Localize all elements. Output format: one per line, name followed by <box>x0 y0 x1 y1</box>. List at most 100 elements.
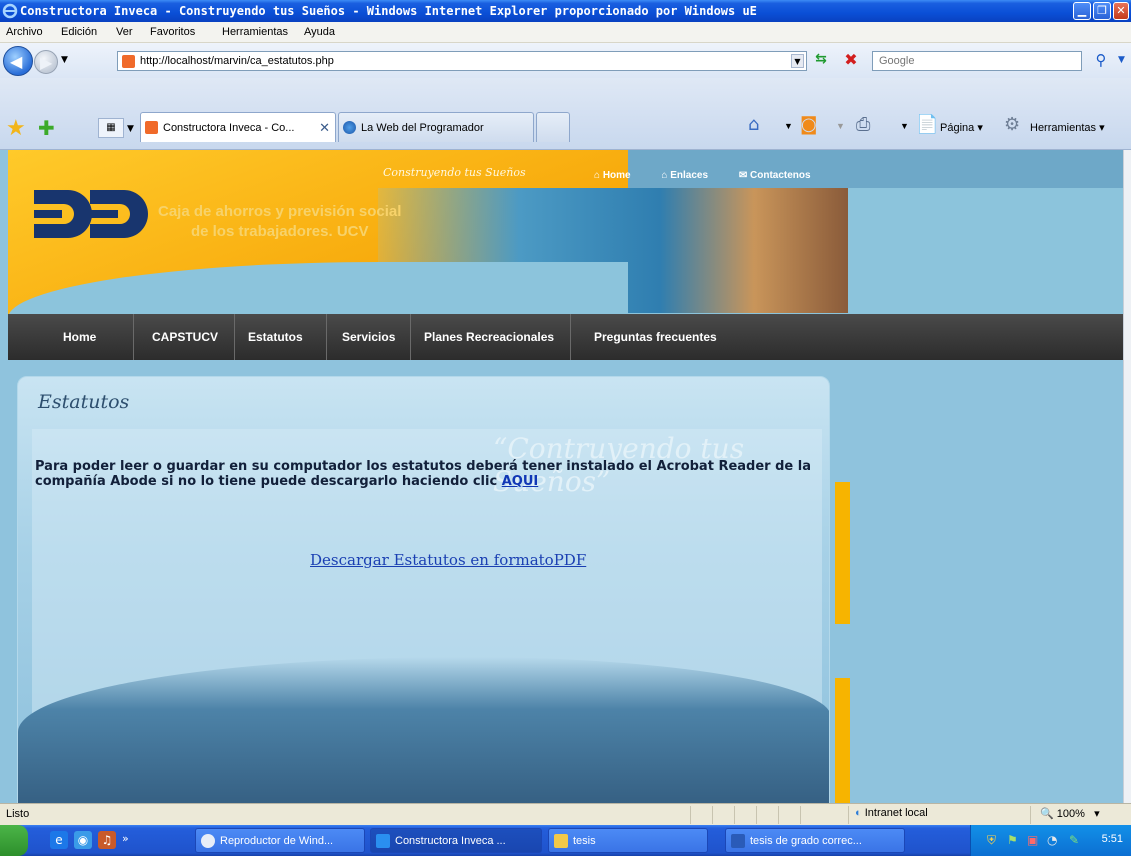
forward-button[interactable]: ▶ <box>34 50 58 74</box>
window-title: Constructora Inveca - Construyendo tus S… <box>20 4 757 18</box>
task-constructora[interactable]: Constructora Inveca ... <box>370 828 542 853</box>
acrobat-notice: Para poder leer o guardar en su computad… <box>35 459 825 489</box>
nav-planes-recreacionales[interactable]: Planes Recreacionales <box>424 314 554 360</box>
stop-button[interactable]: ✖ <box>840 51 862 71</box>
acrobat-download-link[interactable]: AQUI <box>502 474 539 489</box>
nav-capstucv[interactable]: CAPSTUCV <box>152 314 218 360</box>
add-favorite-icon[interactable]: ✚ <box>38 116 55 140</box>
alert-icon[interactable]: ▣ <box>1027 833 1038 847</box>
top-link-enlaces-label: Enlaces <box>670 170 709 181</box>
system-tray: ⛨ ⚑ ▣ ◔ ✎ 5:51 <box>970 825 1131 856</box>
search-icon[interactable]: ⚲ <box>1088 51 1114 71</box>
nav-preguntas-frecuentes[interactable]: Preguntas frecuentes <box>594 314 717 360</box>
task-label: Constructora Inveca ... <box>395 835 506 847</box>
tab-list-dropdown-icon[interactable]: ▼ <box>127 124 134 134</box>
status-bar: Listo ◐ Intranet local 🔍 100% ▾ <box>0 803 1131 825</box>
task-media-player[interactable]: Reproductor de Wind... <box>195 828 365 853</box>
org-name: Caja de ahorros y previsión social de lo… <box>158 202 401 242</box>
menu-archivo[interactable]: Archivo <box>6 26 43 38</box>
ie-quicklaunch-icon[interactable]: e <box>50 831 68 849</box>
tab-favicon-icon <box>145 121 158 134</box>
top-link-home-label: Home <box>602 170 631 181</box>
security-zone-label: Intranet local <box>864 807 928 819</box>
home-dropdown-icon[interactable]: ▼ <box>784 121 793 131</box>
clock: 5:51 <box>1101 833 1123 845</box>
quicklaunch-more-icon[interactable]: » <box>122 832 129 845</box>
top-link-enlaces[interactable]: ⌂ Enlaces <box>661 170 722 181</box>
search-input[interactable] <box>873 52 1073 70</box>
task-tesis-folder[interactable]: tesis <box>548 828 708 853</box>
menu-favoritos[interactable]: Favoritos <box>150 26 195 38</box>
tools-menu-button[interactable]: Herramientas ▾ <box>1030 121 1105 134</box>
menu-herramientas[interactable]: Herramientas <box>222 26 288 38</box>
security-shield-icon[interactable]: ⛨ <box>987 833 996 848</box>
intranet-icon: ◐ <box>855 807 862 819</box>
top-link-contactenos-label: Contactenos <box>750 170 811 181</box>
back-button[interactable]: ◀ <box>3 46 33 76</box>
minimize-button[interactable]: ▁ <box>1073 2 1091 20</box>
menu-ayuda[interactable]: Ayuda <box>304 26 335 38</box>
page-viewport: Construyendo tus Sueños Caja de ahorros … <box>0 150 1131 803</box>
refresh-button[interactable]: ⇆ <box>810 51 832 71</box>
print-dropdown-icon[interactable]: ▼ <box>900 121 909 131</box>
vertical-scrollbar[interactable] <box>1123 150 1131 803</box>
home-icon[interactable]: ⌂ <box>748 114 759 135</box>
nav-divider <box>410 314 411 360</box>
feeds-dropdown-icon[interactable]: ▼ <box>836 121 845 131</box>
media-player-icon <box>201 834 215 848</box>
tab-label: La Web del Programador <box>361 122 484 134</box>
tools-menu-label: Herramientas <box>1030 122 1097 134</box>
update-icon[interactable]: ✎ <box>1069 833 1079 847</box>
nav-servicios[interactable]: Servicios <box>342 314 395 360</box>
task-word-doc[interactable]: tesis de grado correc... <box>725 828 905 853</box>
forward-arrow-icon: ▶ <box>40 53 53 72</box>
tab-command-bar: ★ ✚ ▦ ▼ Constructora Inveca - Co... ✕ La… <box>0 78 1131 150</box>
tab-constructora[interactable]: Constructora Inveca - Co... ✕ <box>140 112 336 142</box>
print-icon[interactable]: ⎙ <box>856 114 870 135</box>
status-text: Listo <box>6 808 30 820</box>
network-icon[interactable]: ⚑ <box>1007 833 1018 847</box>
back-arrow-icon: ◀ <box>10 52 23 71</box>
address-field[interactable]: http://localhost/marvin/ca_estatutos.php… <box>117 51 807 71</box>
status-divider <box>756 806 757 824</box>
top-link-contactenos[interactable]: ✉ Contactenos <box>739 170 825 181</box>
search-field[interactable] <box>872 51 1082 71</box>
zoom-control[interactable]: 🔍 100% ▾ <box>1040 807 1100 820</box>
close-tab-icon[interactable]: ✕ <box>319 120 330 136</box>
site-favicon-icon <box>122 55 135 68</box>
media-quicklaunch-icon[interactable]: ♫ <box>98 831 116 849</box>
title-bar: Constructora Inveca - Construyendo tus S… <box>0 0 1131 22</box>
task-label: tesis de grado correc... <box>750 835 862 847</box>
nav-home[interactable]: Home <box>63 314 96 360</box>
menu-ver[interactable]: Ver <box>116 26 133 38</box>
status-divider <box>690 806 691 824</box>
page-title: Estatutos <box>38 391 130 413</box>
address-dropdown-icon[interactable]: ▼ <box>791 54 804 68</box>
header-strip <box>568 150 1123 188</box>
nav-estatutos[interactable]: Estatutos <box>248 314 303 360</box>
new-tab-button[interactable] <box>536 112 570 142</box>
gear-icon[interactable]: ⚙ <box>1004 114 1020 135</box>
restore-button[interactable]: ❐ <box>1093 2 1111 20</box>
close-button[interactable]: ✕ <box>1113 2 1129 20</box>
security-zone[interactable]: ◐ Intranet local <box>855 807 928 819</box>
page-icon[interactable]: 📄 <box>916 114 938 135</box>
browser-quicklaunch-icon[interactable]: ◉ <box>74 831 92 849</box>
start-button[interactable] <box>0 825 28 856</box>
globe-icon <box>343 121 356 134</box>
status-divider <box>778 806 779 824</box>
history-dropdown-icon[interactable]: ▼ <box>61 55 68 65</box>
status-divider <box>848 806 849 824</box>
tab-web-programador[interactable]: La Web del Programador <box>338 112 534 142</box>
favorites-star-icon[interactable]: ★ <box>6 116 26 141</box>
volume-icon[interactable]: ◔ <box>1047 833 1057 847</box>
download-statutes-link[interactable]: Descargar Estatutos en formatoPDF <box>310 551 586 569</box>
quick-tabs-button[interactable]: ▦ <box>98 118 124 138</box>
page-menu-button[interactable]: Página ▾ <box>940 121 983 134</box>
ie-icon <box>376 834 390 848</box>
feeds-icon[interactable]: ◙ <box>800 114 817 135</box>
top-link-home[interactable]: ⌂ Home <box>594 170 645 181</box>
nav-divider <box>133 314 134 360</box>
menu-edicion[interactable]: Edición <box>61 26 97 38</box>
search-options-dropdown-icon[interactable]: ▼ <box>1118 55 1125 65</box>
